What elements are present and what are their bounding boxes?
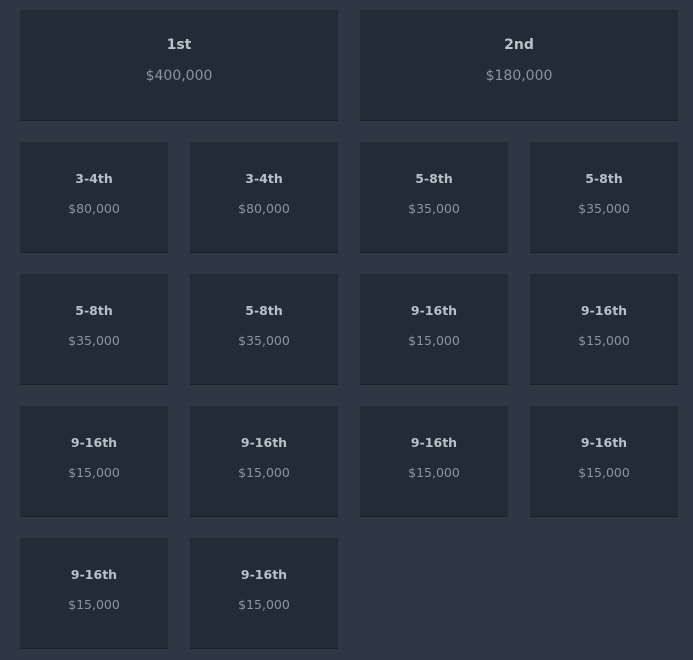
prize-amount: $35,000	[578, 201, 630, 216]
prize-card: 5-8th $35,000	[360, 142, 508, 253]
prize-place: 3-4th	[245, 171, 283, 186]
prize-amount: $80,000	[238, 201, 290, 216]
prize-card: 9-16th $15,000	[20, 538, 168, 649]
prize-card-2nd: 2nd $180,000	[360, 10, 678, 121]
prize-card: 3-4th $80,000	[20, 142, 168, 253]
prize-amount: $80,000	[68, 201, 120, 216]
prize-place: 9-16th	[70, 435, 118, 450]
prize-place: 9-16th	[580, 435, 628, 450]
prize-card: 9-16th $15,000	[530, 274, 678, 385]
prize-card: 5-8th $35,000	[530, 142, 678, 253]
prize-place: 5-8th	[245, 303, 283, 318]
prize-card: 3-4th $80,000	[190, 142, 338, 253]
prize-amount: $35,000	[408, 201, 460, 216]
prize-place: 5-8th	[585, 171, 623, 186]
prize-amount: $35,000	[68, 333, 120, 348]
prize-card: 9-16th $15,000	[530, 406, 678, 517]
prize-place: 9-16th	[410, 303, 458, 318]
prize-card: 9-16th $15,000	[360, 406, 508, 517]
prize-card: 9-16th $15,000	[360, 274, 508, 385]
prize-place: 9-16th	[70, 567, 118, 582]
prize-pool-grid: 1st $400,000 2nd $180,000 3-4th $80,000 …	[0, 0, 693, 660]
prize-place: 5-8th	[415, 171, 453, 186]
prize-place: 5-8th	[75, 303, 113, 318]
prize-card: 5-8th $35,000	[20, 274, 168, 385]
prize-amount: $15,000	[578, 465, 630, 480]
prize-amount: $15,000	[238, 597, 290, 612]
prize-card-1st: 1st $400,000	[20, 10, 338, 121]
prize-amount: $400,000	[145, 68, 213, 84]
prize-amount: $180,000	[485, 68, 553, 84]
prize-card: 5-8th $35,000	[190, 274, 338, 385]
prize-place: 9-16th	[580, 303, 628, 318]
prize-amount: $15,000	[408, 465, 460, 480]
prize-amount: $35,000	[238, 333, 290, 348]
prize-amount: $15,000	[578, 333, 630, 348]
prize-place: 9-16th	[240, 435, 288, 450]
prize-place: 2nd	[504, 37, 534, 53]
prize-card: 9-16th $15,000	[190, 538, 338, 649]
prize-amount: $15,000	[68, 597, 120, 612]
prize-place: 9-16th	[240, 567, 288, 582]
prize-amount: $15,000	[408, 333, 460, 348]
prize-amount: $15,000	[68, 465, 120, 480]
prize-place: 1st	[166, 37, 192, 53]
prize-card: 9-16th $15,000	[190, 406, 338, 517]
prize-place: 9-16th	[410, 435, 458, 450]
prize-amount: $15,000	[238, 465, 290, 480]
prize-card: 9-16th $15,000	[20, 406, 168, 517]
prize-place: 3-4th	[75, 171, 113, 186]
